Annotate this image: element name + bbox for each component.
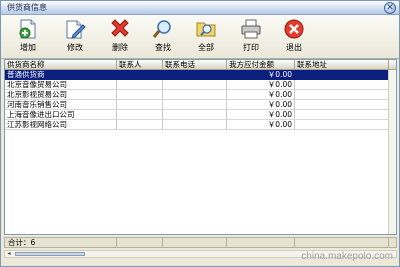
table-row[interactable]: 北京音像贸易公司 ￥0.00 [5,80,396,90]
add-button-label: 增加 [20,43,36,52]
supplier-table: 供货商名称 联系人 联系电话 我方应付金额 联系地址 普通供货商 ￥0.00 北… [4,59,397,235]
cell-address [295,120,389,130]
add-button[interactable]: 增加 [11,17,45,57]
printer-icon [241,19,261,39]
cell-contact [117,100,163,110]
exit-button[interactable]: 退出 [277,17,311,57]
edit-button[interactable]: 修改 [58,17,92,57]
close-icon: ✕ [386,3,394,13]
cell-phone [163,70,227,80]
add-document-icon [19,19,36,39]
find-button[interactable]: 查找 [146,17,180,57]
show-all-button-label: 全部 [198,43,214,52]
cell-phone [163,120,227,130]
search-all-icon [196,22,216,37]
edit-button-label: 修改 [67,43,83,52]
cell-contact [117,70,163,80]
cell-address [295,80,389,90]
cell-name: 普通供货商 [5,70,117,80]
delete-button[interactable]: 删除 [103,17,137,57]
scroll-left-icon[interactable]: ◂ [5,251,13,257]
cell-contact [117,110,163,120]
col-header-amount[interactable]: 我方应付金额 [227,60,295,70]
print-button[interactable]: 打印 [234,17,268,57]
cell-address [295,70,389,80]
total-count: 合计：6 [5,238,117,247]
cell-address [295,100,389,110]
table-row[interactable]: 普通供货商 ￥0.00 [5,70,396,80]
col-header-extra[interactable] [389,60,396,70]
cell-amount: ￥0.00 [227,110,295,120]
status-cell-phone [163,238,227,247]
cell-contact [117,80,163,90]
table-row[interactable]: 江苏影视网络公司 ￥0.00 [5,120,396,130]
cell-amount: ￥0.00 [227,100,295,110]
supplier-window: 供货商信息 ✕ 增加 修改 删除 查找 全部 打印 退出 供货商名称 联系人 联… [0,0,400,267]
cell-phone [163,110,227,120]
cell-name: 上海音像进出口公司 [5,110,117,120]
status-cell-address [295,238,389,247]
cell-name: 江苏影视网络公司 [5,120,117,130]
edit-document-icon [66,20,86,39]
cell-address [295,90,389,100]
cell-address [295,110,389,120]
exit-button-label: 退出 [286,43,302,52]
scroll-thumb[interactable] [15,252,85,256]
col-header-phone[interactable]: 联系电话 [163,60,227,70]
delete-x-icon [111,19,129,37]
window-title: 供货商信息 [7,3,47,12]
col-header-name[interactable]: 供货商名称 [5,60,117,70]
watermark-text: china.makepolo.com [301,251,393,262]
cell-name: 北京音像贸易公司 [5,80,117,90]
table-row[interactable]: 上海音像进出口公司 ￥0.00 [5,110,396,120]
col-header-contact[interactable]: 联系人 [117,60,163,70]
table-header: 供货商名称 联系人 联系电话 我方应付金额 联系地址 [5,60,396,70]
col-header-address[interactable]: 联系地址 [295,60,389,70]
table-row[interactable]: 河南音乐销售公司 ￥0.00 [5,100,396,110]
cell-name: 河南音乐销售公司 [5,100,117,110]
find-button-label: 查找 [155,43,171,52]
cell-amount: ￥0.00 [227,120,295,130]
show-all-button[interactable]: 全部 [189,17,223,57]
toolbar: 增加 修改 删除 查找 全部 打印 退出 [1,15,399,59]
cell-name: 北京影视贸易公司 [5,90,117,100]
status-cell-contact [117,238,163,247]
cell-amount: ￥0.00 [227,70,295,80]
cell-phone [163,100,227,110]
cell-contact [117,120,163,130]
cell-phone [163,90,227,100]
status-cell-amount [227,238,295,247]
cell-contact [117,90,163,100]
delete-button-label: 删除 [112,43,128,52]
cell-amount: ￥0.00 [227,90,295,100]
title-bar: 供货商信息 ✕ [1,1,399,15]
cell-phone [163,80,227,90]
table-row[interactable]: 北京影视贸易公司 ￥0.00 [5,90,396,100]
status-bar: 合计：6 [4,237,397,248]
exit-icon [284,19,304,39]
vertical-scrollbar[interactable] [388,70,396,234]
print-button-label: 打印 [243,43,259,52]
magnifier-icon [152,20,171,38]
cell-amount: ￥0.00 [227,80,295,90]
close-button[interactable]: ✕ [384,2,396,14]
